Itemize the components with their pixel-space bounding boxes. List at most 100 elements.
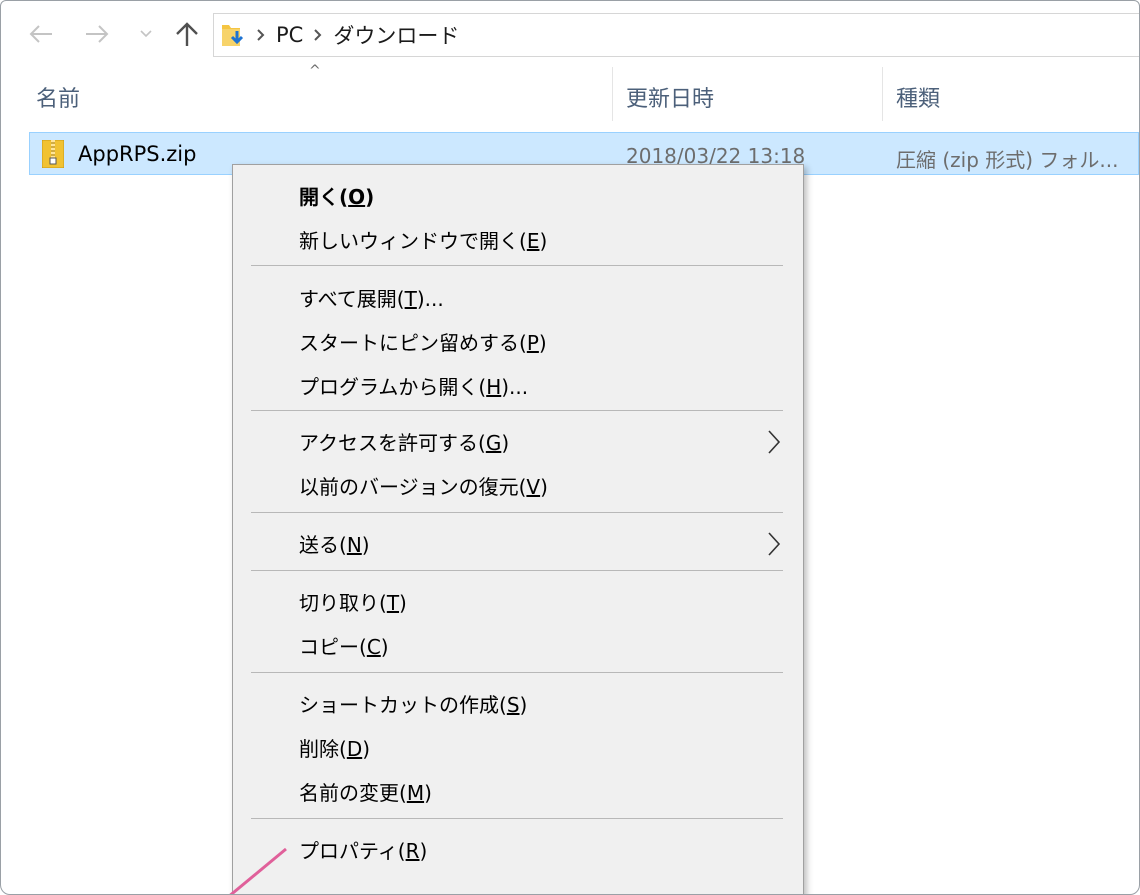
menu-separator	[251, 410, 783, 411]
menu-item-label: アクセスを許可する(G)	[299, 427, 509, 456]
menu-item-give-access[interactable]: アクセスを許可する(G)	[233, 421, 803, 461]
column-divider[interactable]	[882, 67, 883, 121]
menu-item-copy[interactable]: コピー(C)	[233, 625, 803, 665]
up-arrow-icon	[176, 22, 198, 46]
up-button[interactable]	[169, 15, 205, 53]
file-name: AppRPS.zip	[78, 142, 197, 166]
menu-item-properties[interactable]: プロパティ(R)	[233, 829, 803, 869]
menu-item-send-to[interactable]: 送る(N)	[233, 523, 803, 563]
menu-separator	[251, 672, 783, 673]
address-bar[interactable]: PC ダウンロード	[213, 13, 1139, 57]
navigation-toolbar: PC ダウンロード	[1, 1, 1139, 67]
menu-item-text: 新しいウィンドウで開く(	[299, 229, 527, 253]
menu-item-label: プログラムから開く(H)...	[299, 371, 528, 400]
menu-item-label: ショートカットの作成(S)	[299, 689, 527, 718]
menu-item-text-suffix: )...	[501, 375, 529, 399]
menu-item-text: アクセスを許可する(	[299, 431, 486, 455]
sort-ascending-icon: ^	[309, 63, 321, 79]
menu-item-text: 以前のバージョンの復元(	[299, 475, 527, 499]
menu-item-label: すべて展開(T)...	[299, 283, 444, 312]
menu-item-accesskey: G	[485, 431, 502, 455]
menu-item-accesskey: N	[346, 533, 362, 557]
menu-item-accesskey: T	[404, 287, 417, 311]
menu-item-accesskey: D	[346, 737, 363, 761]
menu-item-text-suffix: )	[419, 839, 428, 863]
file-type: 圧縮 (zip 形式) フォル...	[896, 148, 1119, 172]
menu-item-text: コピー(	[299, 635, 367, 659]
forward-arrow-icon	[86, 25, 109, 43]
chevron-right-icon[interactable]	[256, 28, 266, 42]
menu-item-create-shortcut[interactable]: ショートカットの作成(S)	[233, 683, 803, 723]
menu-item-label: プロパティ(R)	[299, 835, 427, 864]
menu-item-text: 削除(	[299, 737, 347, 761]
menu-item-text: 名前の変更(	[299, 781, 407, 805]
menu-item-label: コピー(C)	[299, 631, 389, 660]
menu-item-label: 送る(N)	[299, 529, 370, 558]
menu-item-accesskey: C	[366, 635, 381, 659]
menu-item-text-suffix: )	[399, 591, 407, 615]
menu-item-text-suffix: )	[380, 635, 389, 659]
menu-item-text-suffix: )	[540, 475, 548, 499]
back-arrow-icon	[29, 25, 52, 43]
menu-item-text-suffix: )	[362, 737, 371, 761]
menu-item-label: 開く(O)	[299, 181, 374, 210]
column-header-name[interactable]: 名前	[36, 81, 80, 113]
menu-item-label: 切り取り(T)	[299, 587, 407, 616]
breadcrumb-pc[interactable]: PC	[276, 23, 303, 47]
zip-folder-icon	[42, 140, 64, 168]
menu-item-text: 切り取り(	[299, 591, 387, 615]
menu-item-label: 以前のバージョンの復元(V)	[299, 471, 548, 500]
menu-item-open-new-window[interactable]: 新しいウィンドウで開く(E)	[233, 219, 803, 259]
column-header-modified[interactable]: 更新日時	[626, 81, 714, 113]
menu-item-text-suffix: )	[424, 781, 432, 805]
menu-separator	[251, 818, 783, 819]
menu-item-text-suffix: )	[519, 693, 528, 717]
menu-item-accesskey: O	[348, 185, 366, 209]
menu-item-rename[interactable]: 名前の変更(M)	[233, 771, 803, 811]
menu-item-accesskey: T	[386, 591, 400, 615]
menu-item-open-with[interactable]: プログラムから開く(H)...	[233, 365, 803, 405]
menu-item-text-suffix: )...	[416, 287, 444, 311]
menu-item-text: プログラムから開く(	[299, 375, 487, 399]
menu-item-text-suffix: )	[501, 431, 510, 455]
breadcrumb-downloads[interactable]: ダウンロード	[333, 20, 459, 50]
chevron-right-icon[interactable]	[313, 28, 323, 42]
menu-item-label: 名前の変更(M)	[299, 777, 432, 806]
menu-item-text: ショートカットの作成(	[299, 693, 507, 717]
column-divider[interactable]	[612, 67, 613, 121]
submenu-arrow-icon	[768, 532, 781, 556]
menu-item-text: 開く(	[299, 185, 349, 209]
menu-item-extract-all[interactable]: すべて展開(T)...	[233, 277, 803, 317]
menu-separator	[251, 265, 783, 266]
menu-item-accesskey: R	[405, 839, 420, 863]
chevron-down-icon	[140, 30, 152, 38]
downloads-folder-icon	[220, 21, 246, 49]
menu-item-accesskey: E	[526, 229, 540, 253]
menu-separator	[251, 512, 783, 513]
menu-item-text: プロパティ(	[299, 839, 406, 863]
menu-item-pin-to-start[interactable]: スタートにピン留めする(P)	[233, 321, 803, 361]
menu-item-text: 送る(	[299, 533, 347, 557]
menu-item-text-suffix: )	[361, 533, 370, 557]
column-header-type[interactable]: 種類	[896, 81, 940, 113]
back-button[interactable]	[23, 15, 59, 53]
menu-item-accesskey: V	[526, 475, 541, 499]
menu-item-text: スタートにピン留めする(	[299, 331, 527, 355]
menu-item-delete[interactable]: 削除(D)	[233, 727, 803, 767]
menu-separator	[251, 570, 783, 571]
menu-item-text-suffix: )	[538, 331, 547, 355]
menu-item-accesskey: H	[486, 375, 502, 399]
menu-item-cut[interactable]: 切り取り(T)	[233, 581, 803, 621]
menu-item-label: 削除(D)	[299, 733, 370, 762]
menu-item-text: すべて展開(	[299, 287, 405, 311]
menu-item-accesskey: M	[406, 781, 425, 805]
menu-item-text-suffix: )	[539, 229, 548, 253]
recent-locations-button[interactable]	[135, 15, 157, 53]
menu-item-text-suffix: )	[365, 185, 375, 209]
menu-item-accesskey: P	[526, 331, 539, 355]
submenu-arrow-icon	[768, 430, 781, 454]
menu-item-restore-previous-versions[interactable]: 以前のバージョンの復元(V)	[233, 465, 803, 505]
menu-item-label: スタートにピン留めする(P)	[299, 327, 547, 356]
forward-button[interactable]	[79, 15, 115, 53]
menu-item-open[interactable]: 開く(O)	[233, 175, 803, 215]
